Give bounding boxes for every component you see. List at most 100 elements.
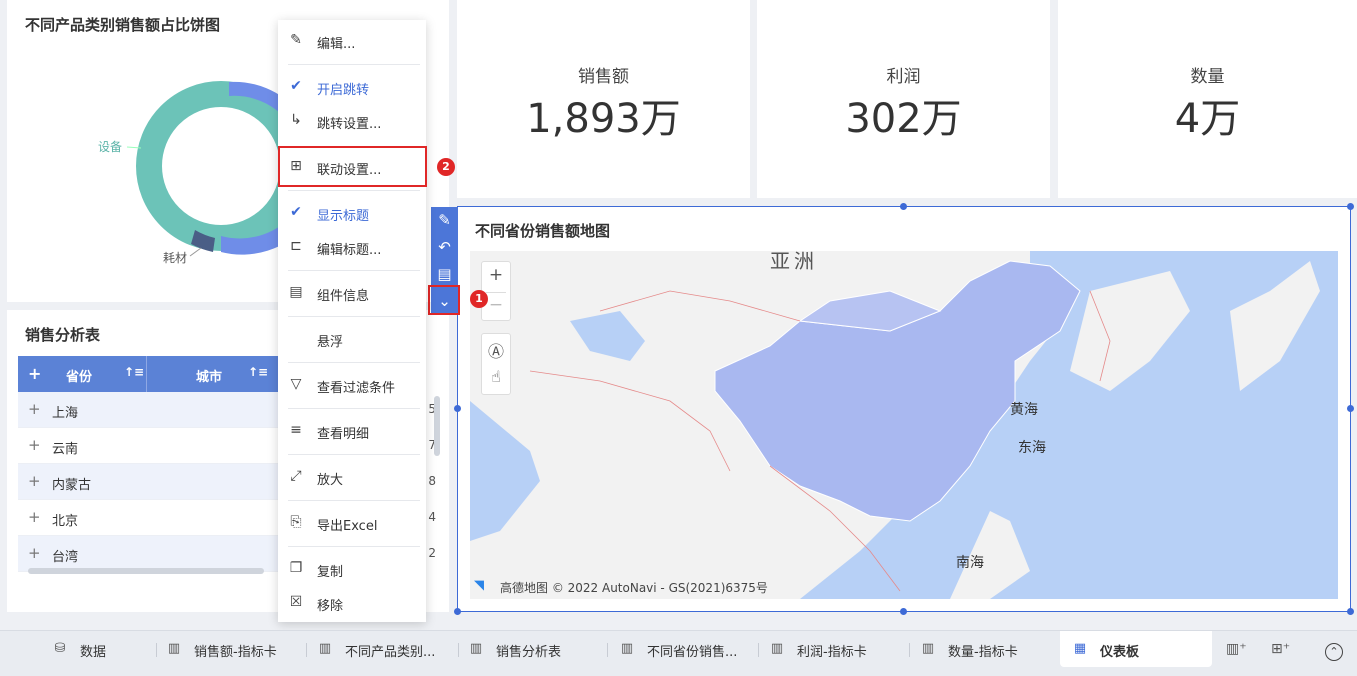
menu-item-export-excel[interactable]: ⎘ 导出Excel	[278, 508, 426, 538]
bottom-tab-bar: ⛁ 数据 ▥ 销售额-指标卡 ▥ 不同产品类别... ▥ 销售分析表 ▥ 不同省…	[0, 630, 1357, 676]
undo-icon[interactable]: ↶	[431, 234, 458, 261]
province-cell: 内蒙古	[52, 478, 92, 493]
add-chart-icon[interactable]: ▥⁺	[1226, 641, 1247, 657]
edit-title-icon: ⊏	[290, 238, 302, 254]
detail-search-icon: ≡	[290, 422, 302, 438]
kpi-label: 数量	[1190, 67, 1225, 87]
tab-sales-table[interactable]: ▥ 销售分析表	[468, 631, 598, 669]
chart-icon: ▥	[318, 641, 332, 656]
menu-item-enlarge[interactable]: ⤢ 放大	[278, 462, 426, 492]
menu-item-edit-title[interactable]: ⊏ 编辑标题...	[278, 232, 426, 262]
province-cell: 上海	[52, 406, 79, 421]
sort-icon[interactable]: ↑≡	[124, 365, 144, 379]
dashboard-icon: ▦	[1073, 641, 1087, 656]
tab-quantity-kpi[interactable]: ▥ 数量-指标卡	[920, 631, 1050, 669]
value-cell: 8	[428, 474, 436, 488]
menu-item-remove[interactable]: ☒ 移除	[278, 588, 426, 618]
resize-handle[interactable]	[1347, 203, 1354, 210]
sort-icon[interactable]: ↑≡	[248, 365, 268, 379]
chart-icon: ▥	[620, 641, 634, 656]
chart-icon: ▥	[167, 641, 181, 656]
collapse-chevron-icon[interactable]: ⌃	[1325, 643, 1343, 661]
kpi-label: 销售额	[578, 67, 629, 87]
zoom-controls: + −	[481, 261, 511, 321]
province-cell: 台湾	[52, 550, 79, 565]
tab-dashboard[interactable]: ▦ 仪表板	[1060, 631, 1212, 667]
highlight-box-more	[428, 285, 460, 315]
database-icon: ⛁	[54, 641, 66, 656]
resize-handle[interactable]	[454, 608, 461, 615]
add-dashboard-icon[interactable]: ⊞⁺	[1271, 641, 1290, 657]
pie-label-equipment: 设备	[98, 140, 123, 154]
redirect-arrow-icon: ↳	[290, 112, 302, 128]
expand-row-icon[interactable]: +	[28, 508, 41, 526]
resize-handle[interactable]	[900, 608, 907, 615]
expand-row-icon[interactable]: +	[28, 400, 41, 418]
step-badge-2: 2	[437, 158, 455, 176]
chart-icon: ▥	[921, 641, 935, 656]
amap-logo-icon: ◥	[474, 578, 484, 593]
check-icon: ✔	[290, 204, 302, 220]
value-cell: 2	[428, 546, 436, 560]
expand-row-icon[interactable]: +	[28, 472, 41, 490]
comment-icon[interactable]: ▤	[431, 261, 458, 288]
compass-icon[interactable]: Ⓐ	[482, 338, 510, 362]
expand-row-icon[interactable]: +	[28, 544, 41, 562]
column-header-province[interactable]: 省份	[66, 366, 92, 385]
copy-icon: ❐	[289, 560, 303, 576]
chart-icon: ▥	[770, 641, 784, 656]
expand-row-icon[interactable]: +	[28, 436, 41, 454]
horizontal-scrollbar[interactable]	[28, 568, 264, 574]
info-comment-icon: ▤	[289, 284, 303, 300]
tab-category-pie[interactable]: ▥ 不同产品类别...	[317, 631, 457, 669]
kpi-card-sales[interactable]: 销售额 1,893万	[457, 0, 750, 198]
edit-icon[interactable]: ✎	[431, 207, 458, 234]
tab-profit-kpi[interactable]: ▥ 利润-指标卡	[769, 631, 899, 669]
resize-handle[interactable]	[900, 203, 907, 210]
map-label-east-sea: 东海	[1018, 440, 1046, 456]
kpi-label: 利润	[886, 67, 921, 87]
map-shapes	[470, 251, 1320, 599]
resize-handle[interactable]	[1347, 405, 1354, 412]
resize-handle[interactable]	[454, 405, 461, 412]
column-header-city[interactable]: 城市	[196, 366, 222, 385]
resize-handle[interactable]	[1347, 608, 1354, 615]
hand-pointer-icon[interactable]: ☝	[482, 367, 510, 386]
kpi-card-profit[interactable]: 利润 302万	[757, 0, 1050, 198]
province-cell: 北京	[52, 514, 79, 529]
chart-icon: ▥	[469, 641, 483, 656]
kpi-value: 4万	[1174, 96, 1241, 142]
map-label-asia: 亚洲	[770, 251, 818, 273]
menu-item-float[interactable]: 悬浮	[278, 324, 426, 354]
donut-segment-equipment	[136, 81, 306, 251]
kpi-value: 302万	[845, 96, 962, 142]
panel-title: 销售分析表	[25, 326, 101, 344]
export-icon: ⎘	[290, 514, 302, 530]
context-menu: ✎ 编辑... ✔ 开启跳转 ↳ 跳转设置... ⊞ 联动设置... ✔ 显示标…	[278, 20, 426, 622]
menu-item-show-title[interactable]: ✔ 显示标题	[278, 198, 426, 228]
remove-icon: ☒	[289, 594, 303, 610]
map-label-yellow-sea: 黄海	[1010, 402, 1038, 418]
expand-all-icon[interactable]: +	[28, 364, 41, 383]
tab-province-map[interactable]: ▥ 不同省份销售...	[619, 631, 759, 669]
vertical-scrollbar[interactable]	[434, 396, 440, 456]
province-cell: 云南	[52, 442, 79, 457]
menu-item-view-details[interactable]: ≡ 查看明细	[278, 416, 426, 446]
menu-item-view-filters[interactable]: ▽ 查看过滤条件	[278, 370, 426, 400]
check-icon: ✔	[290, 78, 302, 94]
kpi-value: 1,893万	[526, 96, 681, 142]
menu-item-copy[interactable]: ❐ 复制	[278, 554, 426, 584]
panel-title: 不同省份销售额地图	[475, 222, 611, 240]
tab-sales-kpi[interactable]: ▥ 销售额-指标卡	[166, 631, 296, 669]
menu-item-enable-jump[interactable]: ✔ 开启跳转	[278, 72, 426, 102]
pie-label-consumables: 耗材	[163, 251, 188, 265]
menu-item-edit[interactable]: ✎ 编辑...	[278, 26, 426, 56]
kpi-card-quantity[interactable]: 数量 4万	[1058, 0, 1357, 198]
menu-item-jump-settings[interactable]: ↳ 跳转设置...	[278, 106, 426, 136]
zoom-in-button[interactable]: +	[482, 265, 510, 285]
filter-icon: ▽	[290, 376, 302, 392]
menu-item-component-info[interactable]: ▤ 组件信息	[278, 278, 426, 308]
expand-icon: ⤢	[290, 468, 302, 484]
tab-data[interactable]: ⛁ 数据	[52, 631, 142, 669]
map-canvas[interactable]: 亚洲 黄海 东海 南海 + − Ⓐ ☝ ◥ 高德地图 © 2022 AutoNa…	[470, 251, 1338, 599]
